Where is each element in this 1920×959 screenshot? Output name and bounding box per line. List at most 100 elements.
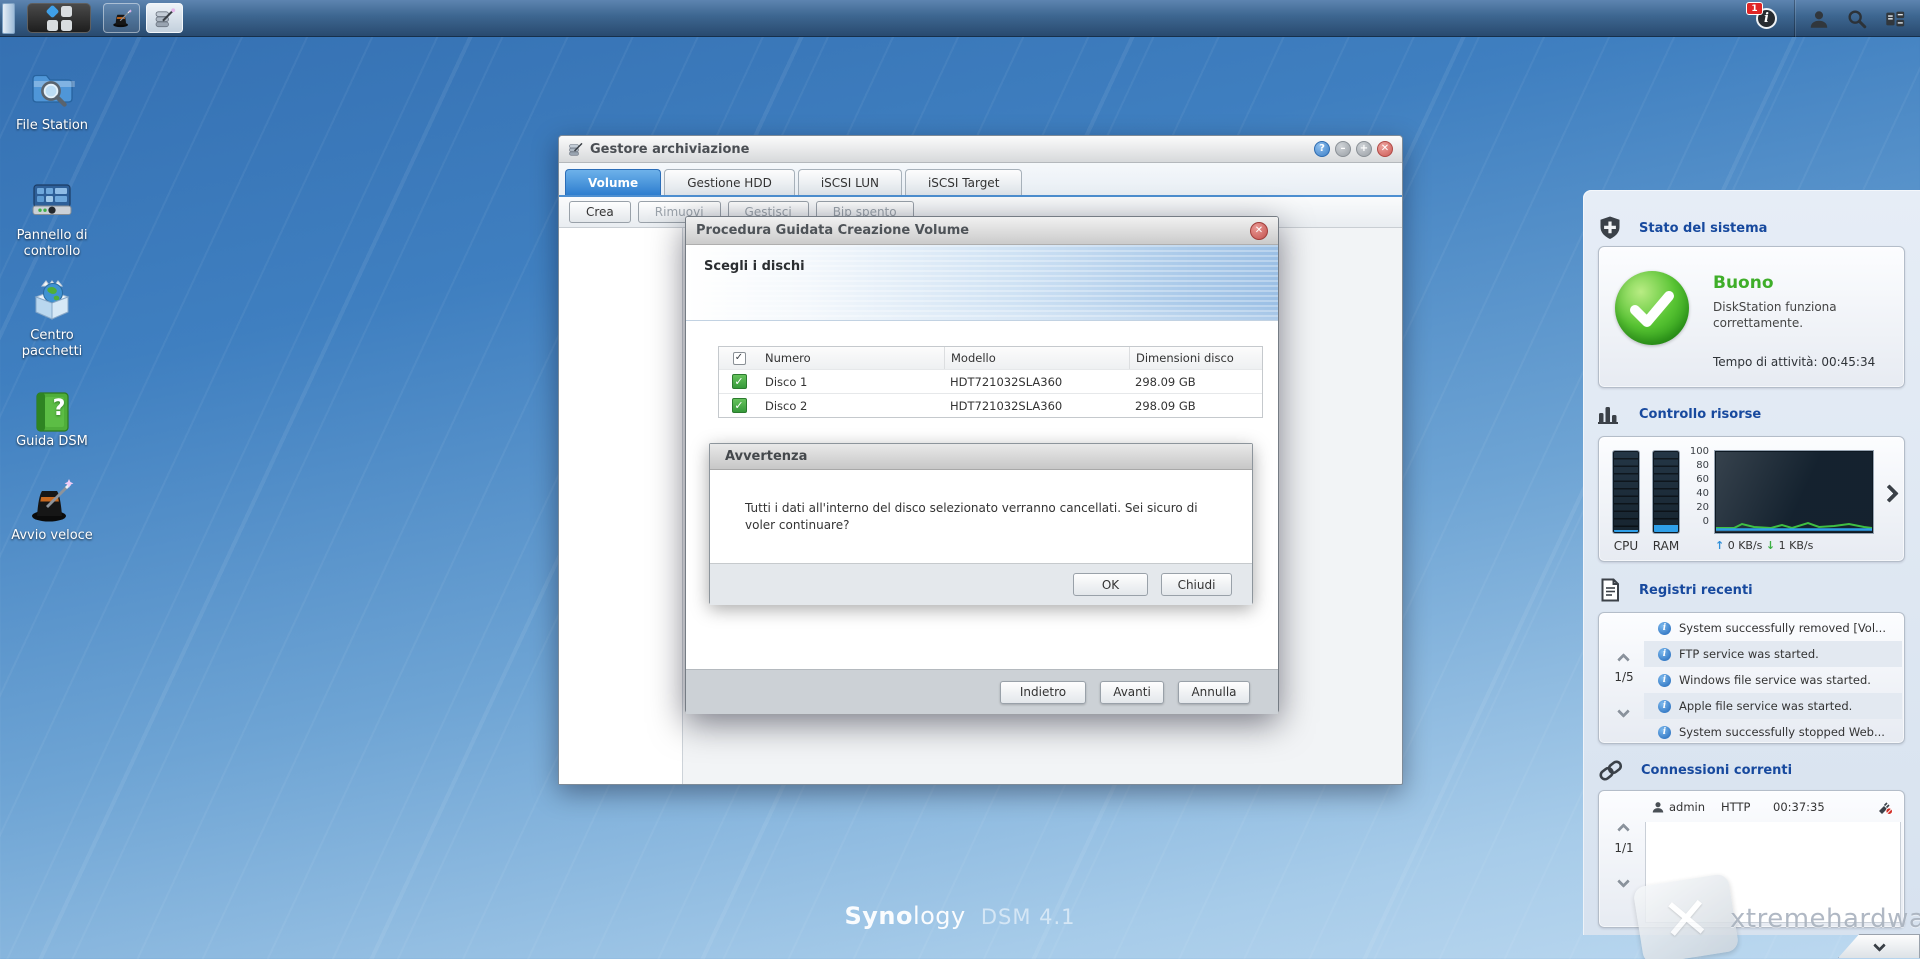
desktop-icon-quick-start[interactable]: Avvio veloce <box>0 476 104 544</box>
logs-page-indicator: 1/5 <box>1607 670 1641 684</box>
upload-arrow-icon: ↑ <box>1715 539 1724 552</box>
log-item[interactable]: i System successfully stopped Web... <box>1644 719 1902 744</box>
column-modello[interactable]: Modello <box>944 347 1129 369</box>
widget-title: Stato del sistema <box>1639 221 1767 236</box>
disk-table-header: ✓ Numero Modello Dimensioni disco <box>719 347 1262 369</box>
resource-monitor-header: Controllo risorse <box>1597 400 1897 428</box>
disk-2-checkbox[interactable]: ✓ <box>732 398 747 413</box>
connections-list-area <box>1645 822 1901 923</box>
recent-logs-header: Registri recenti <box>1597 576 1897 604</box>
bar-chart-icon <box>1597 401 1623 427</box>
wizard-title: Procedura Guidata Creazione Volume <box>696 223 1250 238</box>
system-health-card: Buono DiskStation funziona correttamente… <box>1598 246 1905 388</box>
select-all-checkbox[interactable]: ✓ <box>733 352 746 365</box>
storage-manager-icon <box>154 7 176 29</box>
warning-dialog: Avvertenza Tutti i dati all'interno del … <box>709 443 1253 604</box>
logs-page-up[interactable] <box>1619 649 1628 668</box>
log-document-icon <box>1597 577 1623 603</box>
pilot-view-button[interactable] <box>1880 5 1910 32</box>
taskbar-app-storage-manager[interactable] <box>146 3 183 33</box>
shield-health-icon <box>1597 215 1623 241</box>
taskbar-app-quick-start[interactable] <box>103 3 140 33</box>
notifications-button[interactable]: 1 i <box>1752 6 1778 32</box>
connection-row[interactable]: admin HTTP 00:37:35 <box>1645 796 1901 820</box>
resource-expand-chevron[interactable] <box>1883 485 1896 504</box>
axis-0: 0 <box>1685 516 1709 527</box>
tab-iscsi-target[interactable]: iSCSI Target <box>905 169 1022 195</box>
disk-size: 298.09 GB <box>1129 375 1262 389</box>
window-titlebar[interactable]: Gestore archiviazione ? – + ✕ <box>559 136 1402 163</box>
connection-protocol: HTTP <box>1721 800 1750 814</box>
main-menu-button[interactable] <box>27 3 91 33</box>
uptime-text: Tempo di attività: 00:45:34 <box>1713 355 1875 369</box>
desktop-icon-package-center[interactable]: Centro pacchetti <box>0 276 104 361</box>
main-menu-icon <box>47 6 72 31</box>
wizard-titlebar[interactable]: Procedura Guidata Creazione Volume ✕ <box>686 217 1278 245</box>
desktop-icon-control-panel[interactable]: Pannello di controllo <box>0 176 104 261</box>
tab-iscsi-lun[interactable]: iSCSI LUN <box>798 169 902 195</box>
disk-number: Disco 1 <box>759 375 944 389</box>
wizard-close-button[interactable]: ✕ <box>1250 222 1268 240</box>
desktop-icon-file-station[interactable]: File Station <box>0 66 104 134</box>
axis-40: 40 <box>1685 488 1709 499</box>
table-row-disk-2[interactable]: ✓ Disco 2 HDT721032SLA360 298.09 GB <box>719 393 1262 417</box>
disk-model: HDT721032SLA360 <box>944 399 1129 413</box>
log-item[interactable]: i Windows file service was started. <box>1644 667 1902 693</box>
search-button[interactable] <box>1842 5 1872 32</box>
ram-label: RAM <box>1649 539 1683 553</box>
tab-volume[interactable]: Volume <box>565 169 661 195</box>
log-text: System successfully removed [Vol... <box>1679 621 1886 635</box>
synology-logo: Synology <box>844 902 965 930</box>
column-dimensioni[interactable]: Dimensioni disco <box>1129 347 1262 369</box>
disk-size: 298.09 GB <box>1129 399 1262 413</box>
log-item[interactable]: i System successfully removed [Vol... <box>1644 615 1902 641</box>
disk-model: HDT721032SLA360 <box>944 375 1129 389</box>
info-icon: i <box>1658 622 1671 635</box>
window-close-button[interactable]: ✕ <box>1377 141 1393 157</box>
chiudi-button[interactable]: Chiudi <box>1161 573 1232 596</box>
logs-page-down[interactable] <box>1619 701 1628 720</box>
dsm-branding: Synology DSM 4.1 <box>800 902 1120 930</box>
window-help-button[interactable]: ? <box>1314 141 1330 157</box>
annulla-button[interactable]: Annulla <box>1178 681 1250 704</box>
desktop-icon-dsm-help[interactable]: ? Guida DSM <box>0 390 104 450</box>
taskbar-divider <box>1794 0 1795 37</box>
upload-speed: 0 KB/s <box>1728 539 1763 552</box>
axis-80: 80 <box>1685 460 1709 471</box>
widget-title: Controllo risorse <box>1639 407 1761 422</box>
disconnect-icon[interactable] <box>1877 799 1893 815</box>
tab-gestione-hdd[interactable]: Gestione HDD <box>664 169 795 195</box>
widget-panel-collapse-tab[interactable] <box>1838 934 1920 958</box>
info-icon: i <box>1658 726 1671 739</box>
user-icon <box>1808 8 1830 30</box>
show-desktop-button[interactable] <box>2 3 15 34</box>
warning-title: Avvertenza <box>710 444 1252 470</box>
column-numero[interactable]: Numero <box>759 351 944 365</box>
cpu-label: CPU <box>1609 539 1643 553</box>
wizard-step-banner: Scegli i dischi <box>686 245 1278 321</box>
tab-strip: Volume Gestione HDD iSCSI LUN iSCSI Targ… <box>559 163 1402 197</box>
volume-list-panel <box>559 228 683 784</box>
disk-number: Disco 2 <box>759 399 944 413</box>
disk-1-checkbox[interactable]: ✓ <box>732 374 747 389</box>
network-speeds: ↑ 0 KB/s ↓ 1 KB/s <box>1715 539 1813 552</box>
connections-page-up[interactable] <box>1619 819 1628 838</box>
connection-time: 00:37:35 <box>1773 800 1825 814</box>
health-status: Buono <box>1713 273 1774 293</box>
ok-button[interactable]: OK <box>1073 573 1148 596</box>
package-center-icon <box>27 276 77 324</box>
widget-title: Registri recenti <box>1639 583 1753 598</box>
wizard-step-title: Scegli i dischi <box>704 259 805 274</box>
crea-button[interactable]: Crea <box>569 201 631 223</box>
user-menu-button[interactable] <box>1804 5 1834 32</box>
widget-title: Connessioni correnti <box>1641 763 1792 778</box>
log-item[interactable]: i Apple file service was started. <box>1644 693 1902 719</box>
window-minimize-button[interactable]: – <box>1335 141 1351 157</box>
log-item[interactable]: i FTP service was started. <box>1644 641 1902 667</box>
avanti-button[interactable]: Avanti <box>1100 681 1164 704</box>
connections-page-down[interactable] <box>1619 871 1628 890</box>
axis-20: 20 <box>1685 502 1709 513</box>
table-row-disk-1[interactable]: ✓ Disco 1 HDT721032SLA360 298.09 GB <box>719 369 1262 393</box>
window-maximize-button[interactable]: + <box>1356 141 1372 157</box>
indietro-button[interactable]: Indietro <box>1000 681 1086 704</box>
